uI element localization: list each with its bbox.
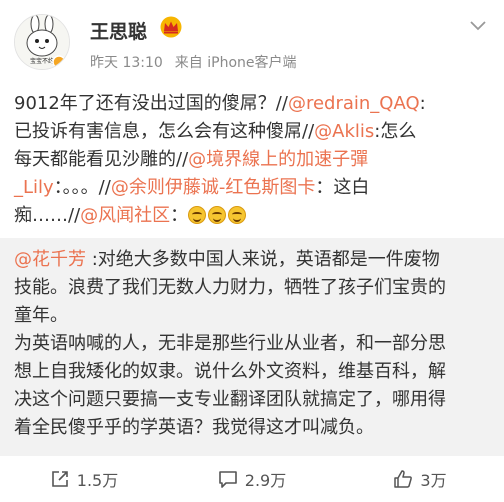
text-segment: ：这白 <box>315 177 370 198</box>
mention-link[interactable]: @境界線上的加速子彈 <box>188 149 368 170</box>
text-line: 童年。 <box>14 302 492 330</box>
username[interactable]: 王思聪 <box>90 17 147 44</box>
text-segment: 技能。浪费了我们无数人力财力，牺牲了孩子们宝贵的 <box>14 277 446 298</box>
text-segment: ：。。。// <box>53 177 111 198</box>
text-segment: 童年。 <box>14 305 68 326</box>
mention-link[interactable]: @Aklis <box>314 121 374 142</box>
mention-link[interactable]: @风闻社区 <box>80 205 170 226</box>
like-button[interactable]: 3万 <box>336 467 504 491</box>
crown-icon <box>160 16 182 38</box>
mention-link[interactable]: @花千芳 <box>14 249 86 270</box>
comment-count: 2.9万 <box>244 471 287 490</box>
text-segment: 着全民傻乎乎的学英语？我觉得这才叫减负。 <box>14 417 374 438</box>
like-count: 3万 <box>420 471 447 490</box>
text-line: 痴……//@风闻社区： <box>14 202 494 230</box>
laughing-emoji-icon <box>208 206 227 224</box>
text-line: _Lily：。。。//@余则伊藤诚-红色斯图卡：这白 <box>14 174 494 202</box>
text-line: 技能。浪费了我们无数人力财力，牺牲了孩子们宝贵的 <box>14 274 492 302</box>
text-segment: 已投诉有害信息，怎么会有这种傻屌// <box>14 121 315 142</box>
laughing-emoji-icon <box>228 206 247 224</box>
text-segment: 为英语呐喊的人，无非是那些行业从业者，和一部分思 <box>14 333 446 354</box>
text-segment: 决这个问题只要搞一支专业翻译团队就搞定了，哪用得 <box>14 389 446 410</box>
text-line: 9012年了还有没出过国的傻屌？//@redrain_QAQ: <box>14 90 494 118</box>
reposted-text: @花千芳 :对绝大多数中国人来说，英语都是一件废物技能。浪费了我们无数人力财力，… <box>14 246 492 442</box>
text-segment: 想上自我矮化的奴隶。说什么外文资料，维基百科，解 <box>14 361 446 382</box>
avatar-badge-text: 宝宝不约 <box>30 57 54 65</box>
laughing-emoji-icon <box>188 206 207 224</box>
repost-icon <box>51 471 68 487</box>
post-source: 来自 iPhone客户端 <box>174 55 297 71</box>
chevron-down-icon[interactable] <box>468 18 488 34</box>
mention-link[interactable]: _Lily <box>14 177 54 198</box>
comment-button[interactable]: 2.9万 <box>168 467 336 491</box>
reposted-content[interactable]: @花千芳 :对绝大多数中国人来说，英语都是一件废物技能。浪费了我们无数人力财力，… <box>0 238 504 456</box>
post-time: 昨天 13:10 <box>90 55 163 71</box>
post-header: 宝宝不约 王思聪 昨天 13:10 来自 iPhone客户端 <box>0 0 504 84</box>
repost-button[interactable]: 1.5万 <box>0 467 168 491</box>
text-segment: :怎么 <box>374 121 417 142</box>
mention-link[interactable]: @redrain_QAQ <box>288 93 420 114</box>
text-segment: 痴……// <box>14 205 81 226</box>
text-segment: 每天都能看见沙雕的// <box>14 149 189 170</box>
like-icon <box>394 470 413 488</box>
repost-count: 1.5万 <box>76 471 119 490</box>
comment-icon <box>218 471 237 488</box>
action-bar: 1.5万 2.9万 3万 <box>0 456 504 502</box>
text-line: 想上自我矮化的奴隶。说什么外文资料，维基百科，解 <box>14 358 492 386</box>
post-meta: 昨天 13:10 来自 iPhone客户端 <box>90 52 297 72</box>
avatar-image: 宝宝不约 <box>15 15 69 69</box>
text-line: 已投诉有害信息，怎么会有这种傻屌//@Aklis:怎么 <box>14 118 494 146</box>
text-line: 每天都能看见沙雕的//@境界線上的加速子彈 <box>14 146 494 174</box>
text-line: @花千芳 :对绝大多数中国人来说，英语都是一件废物 <box>14 246 492 274</box>
text-segment: 9012年了还有没出过国的傻屌？// <box>14 93 288 114</box>
text-segment: : <box>419 93 426 114</box>
text-line: 着全民傻乎乎的学英语？我觉得这才叫减负。 <box>14 414 492 442</box>
post-text: 9012年了还有没出过国的傻屌？//@redrain_QAQ: 已投诉有害信息，怎… <box>14 90 494 230</box>
text-segment: ： <box>170 205 189 226</box>
mention-link[interactable]: @余则伊藤诚-红色斯图卡 <box>111 177 316 198</box>
avatar[interactable]: 宝宝不约 <box>14 14 70 70</box>
text-line: 为英语呐喊的人，无非是那些行业从业者，和一部分思 <box>14 330 492 358</box>
text-segment: :对绝大多数中国人来说，英语都是一件废物 <box>86 249 440 270</box>
text-line: 决这个问题只要搞一支专业翻译团队就搞定了，哪用得 <box>14 386 492 414</box>
